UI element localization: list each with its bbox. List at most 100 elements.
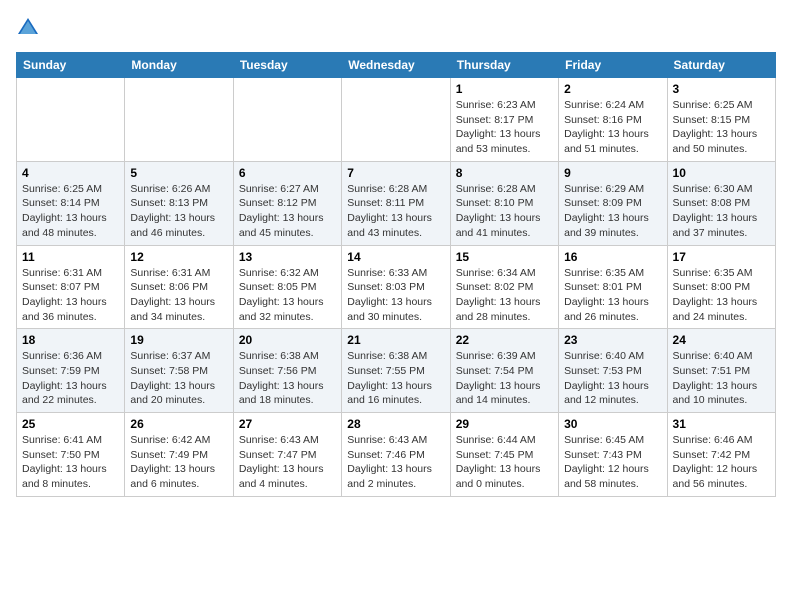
day-number: 17 [673,250,770,264]
day-number: 9 [564,166,661,180]
calendar-cell: 21 Sunrise: 6:38 AM Sunset: 7:55 PM Dayli… [342,329,450,413]
calendar-cell: 25 Sunrise: 6:41 AM Sunset: 7:50 PM Dayli… [17,413,125,497]
day-info: Sunrise: 6:43 AM Sunset: 7:46 PM Dayligh… [347,433,444,492]
day-info: Sunrise: 6:25 AM Sunset: 8:15 PM Dayligh… [673,98,770,157]
day-info: Sunrise: 6:33 AM Sunset: 8:03 PM Dayligh… [347,266,444,325]
day-of-week-header: Wednesday [342,53,450,78]
day-number: 22 [456,333,553,347]
day-info: Sunrise: 6:42 AM Sunset: 7:49 PM Dayligh… [130,433,227,492]
calendar-week-row: 18 Sunrise: 6:36 AM Sunset: 7:59 PM Dayli… [17,329,776,413]
day-number: 29 [456,417,553,431]
calendar-cell: 19Sunrise: 6:37 AM Sunset: 7:58 PM Dayli… [125,329,233,413]
day-number: 25 [22,417,119,431]
day-number: 7 [347,166,444,180]
day-info: Sunrise: 6:35 AM Sunset: 8:01 PM Dayligh… [564,266,661,325]
day-info: Sunrise: 6:38 AM Sunset: 7:56 PM Dayligh… [239,349,336,408]
calendar-cell: 8 Sunrise: 6:28 AM Sunset: 8:10 PM Daylig… [450,161,558,245]
day-info: Sunrise: 6:32 AM Sunset: 8:05 PM Dayligh… [239,266,336,325]
calendar-cell: 6 Sunrise: 6:27 AM Sunset: 8:12 PM Daylig… [233,161,341,245]
calendar-cell: 23 Sunrise: 6:40 AM Sunset: 7:53 PM Dayli… [559,329,667,413]
day-info: Sunrise: 6:43 AM Sunset: 7:47 PM Dayligh… [239,433,336,492]
day-number: 2 [564,82,661,96]
day-number: 26 [130,417,227,431]
calendar-week-row: 1Sunrise: 6:23 AM Sunset: 8:17 PM Daylig… [17,78,776,162]
day-info: Sunrise: 6:24 AM Sunset: 8:16 PM Dayligh… [564,98,661,157]
day-number: 28 [347,417,444,431]
day-number: 16 [564,250,661,264]
day-info: Sunrise: 6:38 AM Sunset: 7:55 PM Dayligh… [347,349,444,408]
calendar-cell: 12Sunrise: 6:31 AM Sunset: 8:06 PM Dayli… [125,245,233,329]
day-info: Sunrise: 6:27 AM Sunset: 8:12 PM Dayligh… [239,182,336,241]
calendar-cell: 4 Sunrise: 6:25 AM Sunset: 8:14 PM Daylig… [17,161,125,245]
day-info: Sunrise: 6:41 AM Sunset: 7:50 PM Dayligh… [22,433,119,492]
calendar-table: SundayMondayTuesdayWednesdayThursdayFrid… [16,52,776,497]
day-number: 21 [347,333,444,347]
calendar-cell: 31Sunrise: 6:46 AM Sunset: 7:42 PM Dayli… [667,413,775,497]
calendar-cell [233,78,341,162]
day-number: 23 [564,333,661,347]
calendar-cell: 18 Sunrise: 6:36 AM Sunset: 7:59 PM Dayli… [17,329,125,413]
day-info: Sunrise: 6:40 AM Sunset: 7:51 PM Dayligh… [673,349,770,408]
day-info: Sunrise: 6:29 AM Sunset: 8:09 PM Dayligh… [564,182,661,241]
day-number: 15 [456,250,553,264]
calendar-cell: 14 Sunrise: 6:33 AM Sunset: 8:03 PM Dayli… [342,245,450,329]
calendar-cell: 3 Sunrise: 6:25 AM Sunset: 8:15 PM Daylig… [667,78,775,162]
day-of-week-header: Saturday [667,53,775,78]
calendar-cell: 16 Sunrise: 6:35 AM Sunset: 8:01 PM Dayli… [559,245,667,329]
day-number: 20 [239,333,336,347]
day-of-week-header: Tuesday [233,53,341,78]
day-number: 5 [130,166,227,180]
calendar-cell: 27 Sunrise: 6:43 AM Sunset: 7:47 PM Dayli… [233,413,341,497]
day-number: 14 [347,250,444,264]
day-number: 10 [673,166,770,180]
day-info: Sunrise: 6:25 AM Sunset: 8:14 PM Dayligh… [22,182,119,241]
calendar-cell: 26 Sunrise: 6:42 AM Sunset: 7:49 PM Dayli… [125,413,233,497]
page-header [16,16,776,40]
calendar-cell: 28 Sunrise: 6:43 AM Sunset: 7:46 PM Dayli… [342,413,450,497]
day-of-week-header: Friday [559,53,667,78]
calendar-cell: 9 Sunrise: 6:29 AM Sunset: 8:09 PM Daylig… [559,161,667,245]
day-info: Sunrise: 6:36 AM Sunset: 7:59 PM Dayligh… [22,349,119,408]
day-of-week-header: Thursday [450,53,558,78]
day-info: Sunrise: 6:34 AM Sunset: 8:02 PM Dayligh… [456,266,553,325]
day-of-week-header: Sunday [17,53,125,78]
day-number: 31 [673,417,770,431]
calendar-cell: 30Sunrise: 6:45 AM Sunset: 7:43 PM Dayli… [559,413,667,497]
calendar-cell [342,78,450,162]
calendar-cell: 7Sunrise: 6:28 AM Sunset: 8:11 PM Daylig… [342,161,450,245]
calendar-header-row: SundayMondayTuesdayWednesdayThursdayFrid… [17,53,776,78]
day-number: 6 [239,166,336,180]
day-number: 4 [22,166,119,180]
calendar-cell: 15 Sunrise: 6:34 AM Sunset: 8:02 PM Dayli… [450,245,558,329]
calendar-cell [17,78,125,162]
day-info: Sunrise: 6:31 AM Sunset: 8:07 PM Dayligh… [22,266,119,325]
day-number: 3 [673,82,770,96]
calendar-cell: 2 Sunrise: 6:24 AM Sunset: 8:16 PM Daylig… [559,78,667,162]
day-number: 11 [22,250,119,264]
calendar-cell: 5 Sunrise: 6:26 AM Sunset: 8:13 PM Daylig… [125,161,233,245]
calendar-week-row: 4 Sunrise: 6:25 AM Sunset: 8:14 PM Daylig… [17,161,776,245]
calendar-cell: 20 Sunrise: 6:38 AM Sunset: 7:56 PM Dayli… [233,329,341,413]
logo-icon [16,16,40,40]
calendar-cell: 24 Sunrise: 6:40 AM Sunset: 7:51 PM Dayli… [667,329,775,413]
day-number: 18 [22,333,119,347]
day-info: Sunrise: 6:45 AM Sunset: 7:43 PM Dayligh… [564,433,661,492]
day-info: Sunrise: 6:26 AM Sunset: 8:13 PM Dayligh… [130,182,227,241]
day-info: Sunrise: 6:44 AM Sunset: 7:45 PM Dayligh… [456,433,553,492]
day-number: 24 [673,333,770,347]
day-info: Sunrise: 6:28 AM Sunset: 8:10 PM Dayligh… [456,182,553,241]
day-info: Sunrise: 6:37 AM Sunset: 7:58 PM Dayligh… [130,349,227,408]
calendar-cell: 17Sunrise: 6:35 AM Sunset: 8:00 PM Dayli… [667,245,775,329]
day-info: Sunrise: 6:40 AM Sunset: 7:53 PM Dayligh… [564,349,661,408]
day-number: 8 [456,166,553,180]
calendar-cell: 29 Sunrise: 6:44 AM Sunset: 7:45 PM Dayli… [450,413,558,497]
day-number: 13 [239,250,336,264]
day-info: Sunrise: 6:31 AM Sunset: 8:06 PM Dayligh… [130,266,227,325]
calendar-cell: 22Sunrise: 6:39 AM Sunset: 7:54 PM Dayli… [450,329,558,413]
logo [16,16,44,40]
calendar-cell [125,78,233,162]
day-number: 27 [239,417,336,431]
calendar-cell: 10Sunrise: 6:30 AM Sunset: 8:08 PM Dayli… [667,161,775,245]
day-of-week-header: Monday [125,53,233,78]
calendar-week-row: 11 Sunrise: 6:31 AM Sunset: 8:07 PM Dayli… [17,245,776,329]
